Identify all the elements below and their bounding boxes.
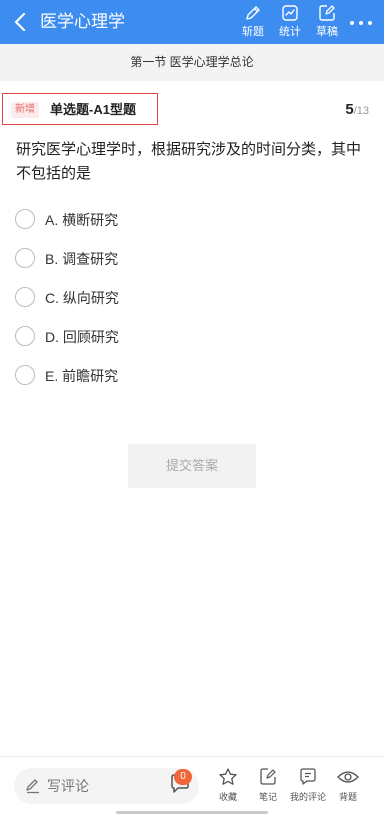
statistics-button[interactable]: 统计	[270, 3, 310, 43]
statistics-label: 统计	[279, 26, 301, 38]
my-comments-label: 我的评论	[289, 792, 326, 802]
note-icon	[260, 768, 276, 785]
question-type-box: 新增 单选题-A1型题	[2, 93, 158, 125]
comment-placeholder: 写评论	[47, 778, 89, 794]
radio-circle-icon[interactable]	[15, 209, 35, 229]
eye-icon	[337, 771, 359, 783]
my-comments-button[interactable]: 我的评论	[286, 767, 330, 803]
option-b[interactable]: B. 调查研究	[15, 247, 355, 271]
option-label: B. 调查研究	[45, 251, 119, 267]
option-label: A. 横断研究	[45, 212, 119, 228]
option-a[interactable]: A. 横断研究	[15, 208, 355, 232]
edit-square-icon	[319, 5, 335, 21]
back-arrow-icon[interactable]	[10, 10, 32, 34]
favorite-label: 收藏	[218, 792, 237, 802]
more-dots-icon[interactable]	[348, 8, 374, 36]
notes-label: 笔记	[258, 792, 277, 802]
new-badge: 新增	[11, 102, 39, 118]
skip-question-button[interactable]: 斩题	[233, 3, 273, 43]
radio-circle-icon[interactable]	[15, 287, 35, 307]
pencil-icon	[246, 6, 260, 20]
section-title: 第一节 医学心理学总论	[0, 44, 384, 81]
submit-answer-button[interactable]: 提交答案	[128, 444, 256, 488]
option-label: C. 纵向研究	[45, 290, 119, 306]
question-counter: 5/13	[345, 101, 369, 120]
total-questions: /13	[353, 105, 369, 117]
notes-button[interactable]: 笔记	[246, 767, 290, 803]
memorize-mode-button[interactable]: 背题	[326, 767, 370, 803]
home-indicator	[116, 811, 268, 814]
radio-circle-icon[interactable]	[15, 365, 35, 385]
pencil-icon	[26, 779, 39, 794]
option-e[interactable]: E. 前瞻研究	[15, 364, 355, 388]
draft-label: 草稿	[316, 26, 338, 38]
option-label: E. 前瞻研究	[45, 368, 119, 384]
option-label: D. 回顾研究	[45, 329, 119, 345]
star-icon	[219, 768, 237, 785]
comment-list-icon	[300, 768, 316, 785]
question-type-label: 单选题-A1型题	[50, 102, 136, 117]
option-c[interactable]: C. 纵向研究	[15, 286, 355, 310]
question-text: 研究医学心理学时，根据研究涉及的时间分类，其中不包括的是	[16, 141, 362, 182]
skip-question-label: 斩题	[242, 26, 264, 38]
radio-circle-icon[interactable]	[15, 248, 35, 268]
chart-icon	[282, 5, 298, 21]
radio-circle-icon[interactable]	[15, 326, 35, 346]
current-question-number: 5	[345, 101, 354, 118]
memorize-mode-label: 背题	[338, 792, 357, 802]
comment-count-badge: 0	[174, 769, 192, 785]
draft-button[interactable]: 草稿	[307, 3, 347, 43]
page-title: 医学心理学	[40, 12, 125, 31]
top-nav-bar: 医学心理学 斩题 统计 草稿	[0, 0, 384, 44]
bottom-toolbar: 写评论 0 收藏 笔记 我的评论 背题	[0, 756, 384, 816]
option-d[interactable]: D. 回顾研究	[15, 325, 355, 349]
favorite-button[interactable]: 收藏	[206, 767, 250, 803]
